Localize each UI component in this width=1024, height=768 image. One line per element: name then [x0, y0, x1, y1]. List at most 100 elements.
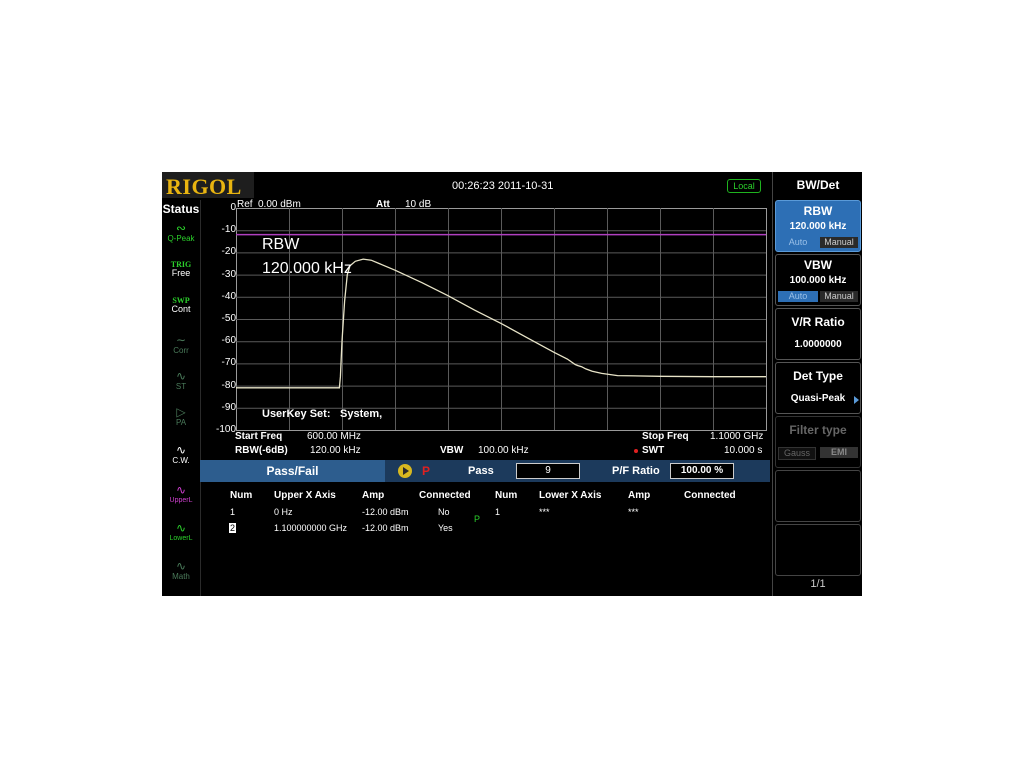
status-math[interactable]: ∿ Math — [164, 560, 198, 592]
y-tick-label: -20 — [221, 246, 236, 258]
pass-fail-tab[interactable]: Pass/Fail — [200, 460, 385, 482]
lower-th-amp: Amp — [628, 490, 651, 501]
status-sweep[interactable]: SWP Cont — [164, 296, 198, 328]
cw-icon: ∿ — [175, 443, 187, 457]
spectrum-plot[interactable] — [236, 208, 767, 431]
upper-row2-num[interactable]: 2 — [229, 523, 237, 533]
lower-th-num: Num — [495, 490, 518, 501]
upper-row1-x[interactable]: 0 Hz — [274, 507, 293, 517]
upper-row1-num[interactable]: 1 — [230, 507, 235, 517]
filter-type-title: Filter type — [789, 423, 847, 437]
menu-page-indicator: 1/1 — [810, 578, 826, 590]
detector-icon: ∾ — [175, 221, 187, 235]
vbw-softkey[interactable]: VBW 100.000 kHz Auto Manual — [775, 254, 861, 306]
softkey-menu: BW/Det RBW 120.000 kHz Auto Manual VBW 1… — [772, 172, 862, 596]
status-lower-limit[interactable]: ∿ LowerL — [164, 522, 198, 554]
y-tick-label: -30 — [221, 268, 236, 280]
upper-th-x: Upper X Axis — [274, 490, 336, 501]
det-type-value: Quasi-Peak — [790, 393, 846, 404]
upper-row1-amp[interactable]: -12.00 dBm — [362, 507, 409, 517]
y-tick-label: 0 — [230, 202, 236, 213]
empty-softkey-2[interactable] — [775, 524, 861, 576]
math-icon: ∿ — [175, 559, 187, 573]
rbw6db-label: RBW(-6dB) — [235, 445, 288, 456]
upper-row2-x[interactable]: 1.100000000 GHz — [274, 523, 347, 533]
y-tick-label: -100 — [215, 424, 236, 435]
upper-th-num: Num — [230, 490, 253, 501]
upper-row2-amp[interactable]: -12.00 dBm — [362, 523, 409, 533]
stop-freq-label: Stop Freq — [642, 431, 689, 442]
y-tick-label: -40 — [221, 290, 236, 302]
lower-row1-x[interactable]: *** — [539, 507, 550, 517]
lower-th-connected: Connected — [684, 490, 736, 501]
vbw-value: 100.000 kHz — [789, 275, 847, 286]
y-tick-label: -50 — [221, 313, 236, 324]
run-icon[interactable] — [398, 464, 412, 478]
rbw-manual[interactable]: Manual — [820, 237, 858, 248]
lower-row1-amp[interactable]: *** — [628, 507, 639, 517]
upper-row1-connected[interactable]: No — [438, 507, 450, 517]
status-detector[interactable]: ∾ Q-Peak — [164, 222, 198, 254]
filter-emi[interactable]: EMI — [820, 447, 858, 458]
lower-limit-icon: ∿ — [175, 521, 187, 535]
status-preamp[interactable]: ▷ PA — [164, 406, 198, 438]
status-cw[interactable]: ∿ C.W. — [164, 444, 198, 476]
upper-th-amp: Amp — [362, 490, 385, 501]
upper-row2-connected[interactable]: Yes — [438, 523, 453, 533]
correction-icon: ∼ — [175, 333, 187, 347]
det-type-softkey[interactable]: Det Type Quasi-Peak — [775, 362, 861, 414]
overlay-rbw-label: RBW — [262, 236, 300, 253]
upper-th-connected: Connected — [419, 490, 471, 501]
vbw-value: 100.00 kHz — [478, 445, 529, 456]
lower-th-x: Lower X Axis — [539, 490, 602, 501]
y-tick-label: -10 — [221, 224, 236, 236]
empty-softkey-1[interactable] — [775, 470, 861, 522]
pass-label: Pass — [468, 465, 494, 477]
datetime: 00:26:23 2011-10-31 — [452, 180, 554, 192]
vbw-label: VBW — [440, 445, 464, 456]
y-tick-label: -90 — [221, 401, 236, 413]
userkey-value: System, — [340, 408, 383, 420]
menu-title: BW/Det — [796, 178, 840, 192]
status-title: Status — [162, 202, 200, 216]
submenu-arrow-icon — [854, 396, 859, 404]
vbw-manual[interactable]: Manual — [820, 291, 858, 302]
vr-ratio-value: 1.0000000 — [794, 339, 842, 350]
status-trigger[interactable]: TRIG Free — [164, 260, 198, 292]
rbw6db-value: 120.00 kHz — [310, 445, 361, 456]
start-freq-label: Start Freq — [235, 431, 283, 442]
pass-flag: P — [422, 464, 431, 478]
start-freq-value: 600.00 MHz — [307, 431, 361, 442]
swt-label: SWT — [642, 445, 665, 456]
vbw-title: VBW — [804, 258, 832, 272]
pass-count: 9 — [516, 463, 580, 479]
stop-freq-value: 1.1000 GHz — [710, 431, 764, 442]
filter-type-softkey[interactable]: Filter type Gauss EMI — [775, 416, 861, 468]
det-type-title: Det Type — [793, 369, 843, 383]
overlay-rbw-value: 120.000 kHz — [262, 260, 352, 277]
status-upper-limit[interactable]: ∿ UpperL — [164, 484, 198, 516]
ratio-value: 100.00 % — [670, 463, 734, 479]
track-icon: ∿ — [175, 369, 187, 383]
status-correction[interactable]: ∼ Corr — [164, 334, 198, 366]
rigol-logo: RIGOL — [166, 174, 242, 199]
pass-marker: P — [474, 514, 481, 524]
vr-ratio-title: V/R Ratio — [791, 315, 845, 329]
y-tick-label: -80 — [221, 379, 236, 391]
rbw-softkey[interactable]: RBW 120.000 kHz Auto Manual — [775, 200, 861, 252]
y-tick-label: -70 — [221, 357, 236, 369]
rbw-value: 120.000 kHz — [789, 221, 847, 232]
ratio-label: P/F Ratio — [612, 465, 660, 477]
local-badge: Local — [727, 179, 761, 193]
swt-indicator-icon — [634, 449, 638, 453]
vr-ratio-softkey[interactable]: V/R Ratio 1.0000000 — [775, 308, 861, 360]
filter-gauss[interactable]: Gauss — [778, 447, 816, 460]
upper-limit-icon: ∿ — [175, 483, 187, 497]
lower-row1-num[interactable]: 1 — [495, 507, 500, 517]
vbw-auto[interactable]: Auto — [778, 291, 818, 302]
analyzer-screen: RIGOL 00:26:23 2011-10-31 Local Status ∾… — [162, 172, 862, 596]
swt-value: 10.000 s — [724, 445, 763, 456]
rbw-auto[interactable]: Auto — [778, 237, 818, 248]
status-tracking[interactable]: ∿ ST — [164, 370, 198, 402]
y-tick-label: -60 — [221, 335, 236, 347]
